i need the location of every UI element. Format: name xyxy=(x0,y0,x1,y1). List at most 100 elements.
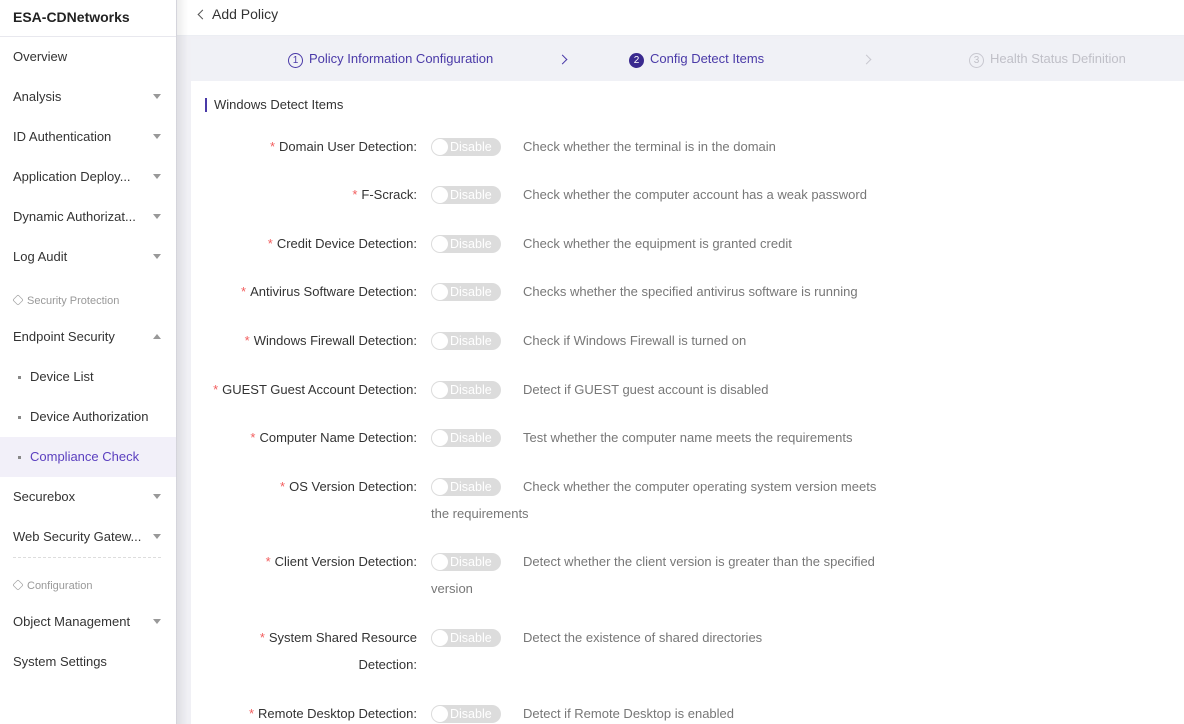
sidebar-item-securebox[interactable]: Securebox xyxy=(0,477,176,517)
chevron-down-icon xyxy=(153,494,161,499)
detect-item-label-text: GUEST Guest Account Detection: xyxy=(222,382,417,397)
chevron-right-icon xyxy=(557,54,568,65)
step-label: Policy Information Configuration xyxy=(309,51,494,66)
required-asterisk: * xyxy=(280,479,286,494)
sidebar-item-label: Log Audit xyxy=(13,249,68,264)
sidebar-item-analysis[interactable]: Analysis xyxy=(0,77,176,117)
toggle-knob xyxy=(432,706,448,722)
detect-item-label-text: Domain User Detection: xyxy=(279,139,417,154)
sidebar-item-log-audit[interactable]: Log Audit xyxy=(0,237,176,277)
sidebar-item-endpoint-security[interactable]: Endpoint Security xyxy=(0,317,176,357)
group-label: Security Protection xyxy=(27,295,120,307)
detect-item-label-text: Remote Desktop Detection: xyxy=(258,706,417,721)
sidebar-item-object-management[interactable]: Object Management xyxy=(0,602,176,642)
sidebar-item-label: Compliance Check xyxy=(30,449,140,464)
cube-icon xyxy=(12,294,24,306)
detect-item-toggle[interactable]: Disable xyxy=(431,283,501,301)
toggle-label: Disable xyxy=(450,188,492,202)
detect-item-toggle[interactable]: Disable xyxy=(431,381,501,399)
sidebar-group-configuration: Configuration xyxy=(0,570,176,602)
detect-item-toggle[interactable]: Disable xyxy=(431,705,501,723)
chevron-down-icon xyxy=(153,534,161,539)
step-label: Health Status Definition xyxy=(990,51,1126,66)
detect-item-label: * GUEST Guest Account Detection: xyxy=(197,376,417,403)
sidebar-subitem-device-list[interactable]: Device List xyxy=(0,357,176,397)
chevron-down-icon xyxy=(153,619,161,624)
required-asterisk: * xyxy=(248,706,255,721)
steps-bar: 1 Policy Information Configuration 2 Confi… xyxy=(191,39,1184,81)
toggle-label: Disable xyxy=(450,383,492,397)
toggle-label: Disable xyxy=(450,431,492,445)
detect-item-label-text: Client Version Detection: xyxy=(274,554,417,569)
required-asterisk: * xyxy=(269,139,275,154)
toggle-knob xyxy=(432,139,448,155)
section-title: Windows Detect Items xyxy=(205,98,343,112)
toggle-label: Disable xyxy=(450,334,492,348)
detect-item-label: * Remote Desktop Detection: xyxy=(197,700,417,724)
toggle-knob xyxy=(432,187,448,203)
step-label: Config Detect Items xyxy=(650,51,765,66)
page-header: Add Policy xyxy=(177,0,1184,36)
chevron-down-icon xyxy=(153,174,161,179)
required-asterisk: * xyxy=(241,284,247,299)
detect-item-label-text: Antivirus Software Detection: xyxy=(250,284,417,299)
sidebar-item-label: Overview xyxy=(13,49,68,64)
detect-item-toggle[interactable]: Disable xyxy=(431,186,501,204)
detect-items-panel: Windows Detect Items * Domain User Detect… xyxy=(191,81,1184,724)
sidebar-item-system-settings[interactable]: System Settings xyxy=(0,642,176,682)
detect-item-label: * OS Version Detection: xyxy=(197,473,417,500)
group-label: Configuration xyxy=(27,580,93,592)
sidebar-item-label: Device Authorization xyxy=(30,409,149,424)
chevron-down-icon xyxy=(153,254,161,259)
bullet-icon xyxy=(18,376,21,379)
step-number: 1 xyxy=(288,53,303,68)
toggle-knob xyxy=(432,554,448,570)
sidebar-item-overview[interactable]: Overview xyxy=(0,37,176,77)
step-number: 2 xyxy=(629,53,644,68)
toggle-label: Disable xyxy=(450,480,492,494)
sidebar-subitem-device-authorization[interactable]: Device Authorization xyxy=(0,397,176,437)
step-health-status[interactable]: 3 Health Status Definition xyxy=(969,51,1126,68)
chevron-left-icon xyxy=(197,9,208,20)
toggle-label: Disable xyxy=(450,140,492,154)
toggle-label: Disable xyxy=(450,285,492,299)
detect-item-toggle[interactable]: Disable xyxy=(431,138,501,156)
chevron-down-icon xyxy=(153,134,161,139)
detect-item-label-text: Windows Firewall Detection: xyxy=(253,333,417,348)
sidebar-item-web-security-gateway[interactable]: Web Security Gatew... xyxy=(0,517,176,557)
chevron-right-icon xyxy=(861,54,872,65)
sidebar-divider xyxy=(13,557,161,558)
sidebar-subitem-compliance-check[interactable]: Compliance Check xyxy=(0,437,176,477)
sidebar-item-label: Object Management xyxy=(13,614,131,629)
toggle-label: Disable xyxy=(450,555,492,569)
detect-item-toggle[interactable]: Disable xyxy=(431,629,501,647)
detect-item-toggle[interactable]: Disable xyxy=(431,235,501,253)
detect-item-label: * Windows Firewall Detection: xyxy=(197,327,417,354)
detect-item-label-text: F-Scrack: xyxy=(361,187,417,202)
sidebar-item-label: Securebox xyxy=(13,489,76,504)
detect-item-toggle[interactable]: Disable xyxy=(431,429,501,447)
required-asterisk: * xyxy=(250,430,256,445)
detect-item-toggle[interactable]: Disable xyxy=(431,478,501,496)
brand-title: ESA-CDNetworks xyxy=(0,0,176,37)
toggle-knob xyxy=(432,236,448,252)
sidebar-item-label: Application Deploy... xyxy=(13,169,131,184)
sidebar-item-application-deploy[interactable]: Application Deploy... xyxy=(0,157,176,197)
detect-item-toggle[interactable]: Disable xyxy=(431,553,501,571)
bullet-icon xyxy=(18,416,21,419)
detect-item-toggle[interactable]: Disable xyxy=(431,332,501,350)
chevron-up-icon xyxy=(153,334,161,339)
toggle-label: Disable xyxy=(450,707,492,721)
step-policy-information[interactable]: 1 Policy Information Configuration xyxy=(288,51,493,68)
sidebar-item-label: System Settings xyxy=(13,654,107,669)
detect-item-label: * Credit Device Detection: xyxy=(197,230,417,257)
sidebar-item-label: ID Authentication xyxy=(13,129,112,144)
step-config-detect-items[interactable]: 2 Config Detect Items xyxy=(629,51,764,68)
back-button[interactable]: Add Policy xyxy=(197,6,279,22)
required-asterisk: * xyxy=(244,333,250,348)
sidebar-item-dynamic-authorization[interactable]: Dynamic Authorizat... xyxy=(0,197,176,237)
chevron-down-icon xyxy=(153,94,161,99)
detect-item-label: * Computer Name Detection: xyxy=(197,424,417,451)
page-title: Add Policy xyxy=(212,6,279,22)
sidebar-item-id-authentication[interactable]: ID Authentication xyxy=(0,117,176,157)
